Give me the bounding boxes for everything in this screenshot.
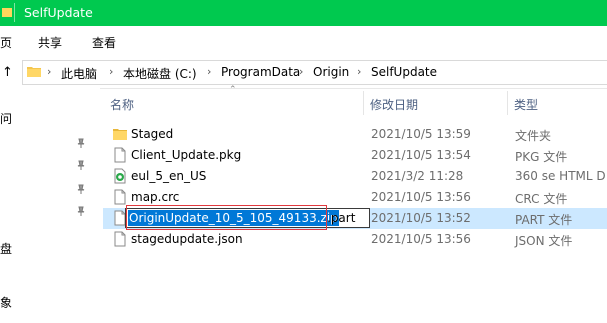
nav-item-label[interactable]: 象 (0, 294, 12, 311)
file-name: eul_5_en_US (131, 169, 207, 183)
breadcrumb-origin[interactable]: Origin (313, 65, 349, 79)
file-icon (114, 147, 126, 163)
file-date: 2021/10/5 13:56 (371, 190, 471, 204)
file-date: 2021/10/5 13:54 (371, 148, 471, 162)
file-name: Client_Update.pkg (131, 148, 242, 162)
breadcrumb-this-pc[interactable]: 此电脑 (61, 65, 97, 82)
file-date: 2021/3/2 11:28 (371, 169, 464, 183)
breadcrumb-chevron-icon[interactable]: › (109, 65, 113, 78)
rename-extension-text[interactable]: .part (327, 210, 355, 226)
pin-icon[interactable] (76, 138, 86, 148)
window-title: SelfUpdate (24, 5, 93, 20)
column-header-name[interactable]: 名称 (110, 96, 134, 113)
breadcrumb-programdata[interactable]: ProgramData (221, 65, 300, 79)
file-date: 2021/10/5 13:52 (371, 211, 471, 225)
folder-icon (27, 67, 41, 77)
file-name: stagedupdate.json (131, 232, 243, 246)
sort-chevron-icon: ⌃ (229, 85, 237, 95)
column-divider[interactable] (507, 91, 508, 115)
file-date: 2021/10/5 13:59 (371, 127, 471, 141)
breadcrumb-chevron-icon[interactable]: › (299, 65, 303, 78)
column-header-type[interactable]: 类型 (514, 96, 538, 113)
browser-html-icon (114, 168, 126, 184)
file-type: PKG 文件 (515, 150, 568, 164)
title-separator (14, 3, 15, 22)
breadcrumb-chevron-icon[interactable]: › (357, 65, 361, 78)
pin-icon[interactable] (76, 206, 86, 216)
file-date: 2021/10/5 13:56 (371, 232, 471, 246)
tab-view[interactable]: 查看 (92, 34, 116, 51)
column-header-row: ⌃ 名称 修改日期 类型 (100, 85, 607, 115)
up-arrow-icon[interactable]: ↑ (2, 65, 13, 80)
tab-home[interactable]: 页 (0, 34, 12, 51)
tab-share[interactable]: 共享 (38, 34, 62, 51)
breadcrumb-chevron-icon[interactable]: › (207, 65, 211, 78)
address-bar[interactable]: › 此电脑 › 本地磁盘 (C:) › ProgramData › Origin… (22, 60, 607, 85)
breadcrumb-local-disk[interactable]: 本地磁盘 (C:) (123, 65, 197, 82)
column-header-date[interactable]: 修改日期 (370, 96, 418, 113)
file-icon (114, 189, 126, 205)
breadcrumb-selfupdate[interactable]: SelfUpdate (371, 65, 437, 79)
pin-icon[interactable] (76, 184, 86, 194)
folder-icon (2, 8, 12, 17)
folder-icon (113, 129, 127, 140)
file-row[interactable]: Client_Update.pkg 2021/10/5 13:54 PKG 文件 (103, 145, 607, 166)
column-divider[interactable] (363, 91, 364, 115)
file-type: 文件夹 (515, 129, 552, 143)
address-row: ↑ › 此电脑 › 本地磁盘 (C:) › ProgramData › Orig… (0, 56, 607, 89)
nav-item-label[interactable]: 盘 (0, 240, 12, 257)
file-row[interactable]: eul_5_en_US 2021/3/2 11:28 360 se HTML D (103, 166, 607, 187)
breadcrumb-chevron-icon[interactable]: › (47, 65, 51, 78)
title-bar: SelfUpdate (0, 0, 607, 26)
file-name: map.crc (131, 190, 180, 204)
highlight-annotation-box (126, 205, 327, 230)
file-type: JSON 文件 (515, 234, 573, 248)
file-icon (114, 231, 126, 247)
file-type: PART 文件 (515, 213, 573, 227)
file-type: 360 se HTML D (515, 169, 606, 183)
file-type: CRC 文件 (515, 192, 568, 206)
pin-icon[interactable] (76, 160, 86, 170)
file-row[interactable]: stagedupdate.json 2021/10/5 13:56 JSON 文… (103, 229, 607, 250)
file-name: Staged (131, 127, 174, 141)
ribbon: 页 共享 查看 (0, 26, 607, 56)
file-row[interactable]: Staged 2021/10/5 13:59 文件夹 (103, 124, 607, 145)
navigation-pane: 问 盘 象 (0, 88, 100, 323)
nav-item-label[interactable]: 问 (0, 110, 12, 127)
